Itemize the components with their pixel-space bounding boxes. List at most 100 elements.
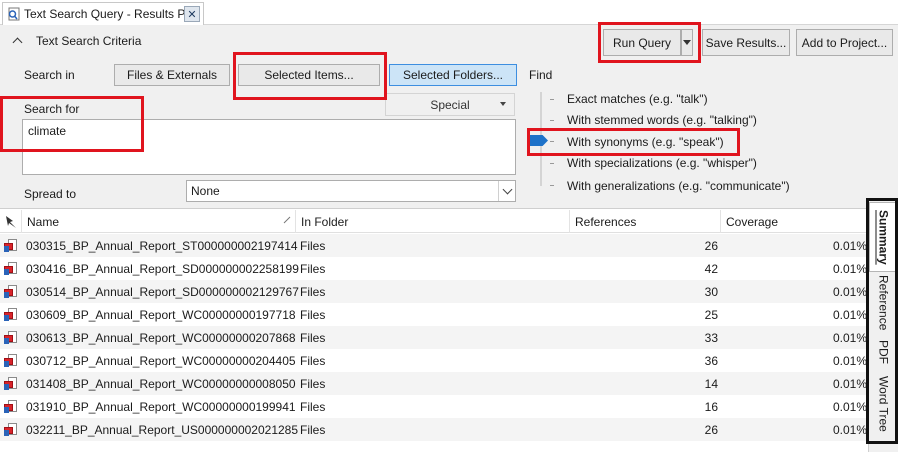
cell-references: 36 [704, 353, 718, 368]
text-search-criteria-panel: Text Search Criteria Run Query Save Resu… [0, 25, 898, 209]
add-to-project-button[interactable]: Add to Project... [796, 29, 893, 56]
pin-icon [6, 215, 16, 228]
cell-folder: Files [300, 353, 326, 368]
column-header-name[interactable]: Name [22, 210, 296, 233]
tab-summary[interactable]: Summary [869, 202, 898, 272]
cell-references: 26 [704, 238, 718, 253]
column-header-coverage[interactable]: Coverage [721, 210, 868, 233]
table-row[interactable]: 031910_BP_Annual_Report_WC00000000199941… [0, 395, 868, 418]
query-results-tab[interactable]: Text Search Query - Results Pre ✕ [2, 2, 204, 25]
detail-view-tabs: Summary Reference PDF Word Tree [868, 198, 898, 452]
cell-name: 030315_BP_Annual_Report_ST00000000219741… [26, 238, 298, 253]
table-row[interactable]: 032211_BP_Annual_Report_US00000000202128… [0, 418, 868, 441]
spread-to-select[interactable]: None [186, 180, 516, 202]
tab-pdf-label: PDF [876, 340, 891, 364]
slider-tick [550, 120, 554, 121]
cell-folder: Files [300, 422, 326, 437]
cell-name: 030712_BP_Annual_Report_WC00000000204405 [26, 353, 296, 368]
cell-folder: Files [300, 238, 326, 253]
column-references-label: References [575, 214, 637, 229]
cell-references: 14 [704, 376, 718, 391]
cell-name: 031408_BP_Annual_Report_WC00000000008050 [26, 376, 296, 391]
cell-folder: Files [300, 261, 326, 276]
cell-coverage: 0.01% [832, 376, 867, 391]
run-query-dropdown[interactable] [681, 29, 693, 56]
results-table: Name In Folder References Coverage 03031… [0, 210, 868, 452]
cell-references: 16 [704, 399, 718, 414]
tab-reference-label: Reference [876, 275, 891, 331]
pdf-file-icon [4, 330, 19, 345]
table-row[interactable]: 030315_BP_Annual_Report_ST00000000219741… [0, 234, 868, 257]
cell-coverage: 0.01% [832, 284, 867, 299]
close-icon[interactable]: ✕ [184, 6, 200, 22]
slider-tick [550, 99, 554, 100]
find-option-stemmed[interactable]: With stemmed words (e.g. "talking") [567, 113, 757, 127]
column-folder-label: In Folder [301, 214, 349, 229]
pin-column-header[interactable] [0, 210, 22, 233]
cell-name: 032211_BP_Annual_Report_US00000000202128… [26, 422, 299, 437]
pdf-file-icon [4, 261, 19, 276]
search-for-input[interactable]: climate [22, 119, 516, 175]
column-header-folder[interactable]: In Folder [296, 210, 570, 233]
table-row[interactable]: 030514_BP_Annual_Report_SD00000000212976… [0, 280, 868, 303]
slider-thumb-icon[interactable] [530, 135, 548, 146]
spread-to-value: None [191, 184, 220, 198]
cell-references: 33 [704, 330, 718, 345]
selected-items-button[interactable]: Selected Items... [238, 64, 380, 86]
criteria-header[interactable]: Text Search Criteria [12, 34, 141, 48]
find-option-exact[interactable]: Exact matches (e.g. "talk") [567, 92, 708, 106]
cell-coverage: 0.01% [832, 353, 867, 368]
find-option-specializations[interactable]: With specializations (e.g. "whisper") [567, 156, 757, 170]
cell-name: 030514_BP_Annual_Report_SD00000000212976… [26, 284, 299, 299]
find-option-generalizations[interactable]: With generalizations (e.g. "communicate"… [567, 179, 790, 193]
table-row[interactable]: 030712_BP_Annual_Report_WC00000000204405… [0, 349, 868, 372]
table-row[interactable]: 030613_BP_Annual_Report_WC00000000207868… [0, 326, 868, 349]
files-externals-button[interactable]: Files & Externals [114, 64, 230, 86]
column-header-references[interactable]: References [570, 210, 721, 233]
spread-to-label: Spread to [24, 187, 77, 201]
table-row[interactable]: 031408_BP_Annual_Report_WC00000000008050… [0, 372, 868, 395]
find-option-synonyms[interactable]: With synonyms (e.g. "speak") [567, 135, 724, 149]
tab-word-tree[interactable]: Word Tree [869, 370, 898, 438]
slider-tick [550, 163, 554, 164]
pdf-file-icon [4, 399, 19, 414]
tab-pdf[interactable]: PDF [869, 334, 898, 370]
slider-tick [550, 185, 554, 186]
pdf-file-icon [4, 353, 19, 368]
tab-title: Text Search Query - Results Pre [24, 7, 184, 21]
sort-arrow-icon [283, 216, 291, 224]
dropdown-arrow-icon[interactable] [498, 181, 515, 201]
column-name-label: Name [27, 214, 60, 229]
search-for-label: Search for [24, 102, 80, 116]
run-query-button[interactable]: Run Query [603, 29, 681, 56]
cell-references: 26 [704, 422, 718, 437]
cell-coverage: 0.01% [832, 399, 867, 414]
tab-reference[interactable]: Reference [869, 272, 898, 334]
table-row[interactable]: 030609_BP_Annual_Report_WC00000000197718… [0, 303, 868, 326]
pdf-file-icon [4, 284, 19, 299]
tab-query-icon [6, 6, 22, 22]
special-label: Special [430, 97, 470, 112]
search-in-label: Search in [24, 68, 75, 82]
dropdown-arrow-icon [683, 39, 691, 45]
document-tab-strip: Text Search Query - Results Pre ✕ [0, 0, 898, 25]
selected-folders-button[interactable]: Selected Folders... [389, 64, 517, 86]
cell-folder: Files [300, 376, 326, 391]
search-for-value: climate [28, 124, 67, 138]
table-header: Name In Folder References Coverage [0, 210, 868, 233]
table-row[interactable]: 030416_BP_Annual_Report_SD00000000225819… [0, 257, 868, 280]
cell-references: 25 [704, 307, 718, 322]
cell-name: 030416_BP_Annual_Report_SD00000000225819… [26, 261, 299, 276]
column-coverage-label: Coverage [726, 214, 779, 229]
pdf-file-icon [4, 422, 19, 437]
cell-folder: Files [300, 399, 326, 414]
special-dropdown[interactable]: Special [385, 93, 515, 116]
cell-coverage: 0.01% [832, 422, 867, 437]
save-results-button[interactable]: Save Results... [702, 29, 790, 56]
pdf-file-icon [4, 238, 19, 253]
collapse-chevron-icon[interactable] [12, 35, 24, 47]
cell-name: 030609_BP_Annual_Report_WC00000000197718 [26, 307, 296, 322]
cell-folder: Files [300, 330, 326, 345]
cell-folder: Files [300, 307, 326, 322]
cell-name: 031910_BP_Annual_Report_WC00000000199941 [26, 399, 296, 414]
